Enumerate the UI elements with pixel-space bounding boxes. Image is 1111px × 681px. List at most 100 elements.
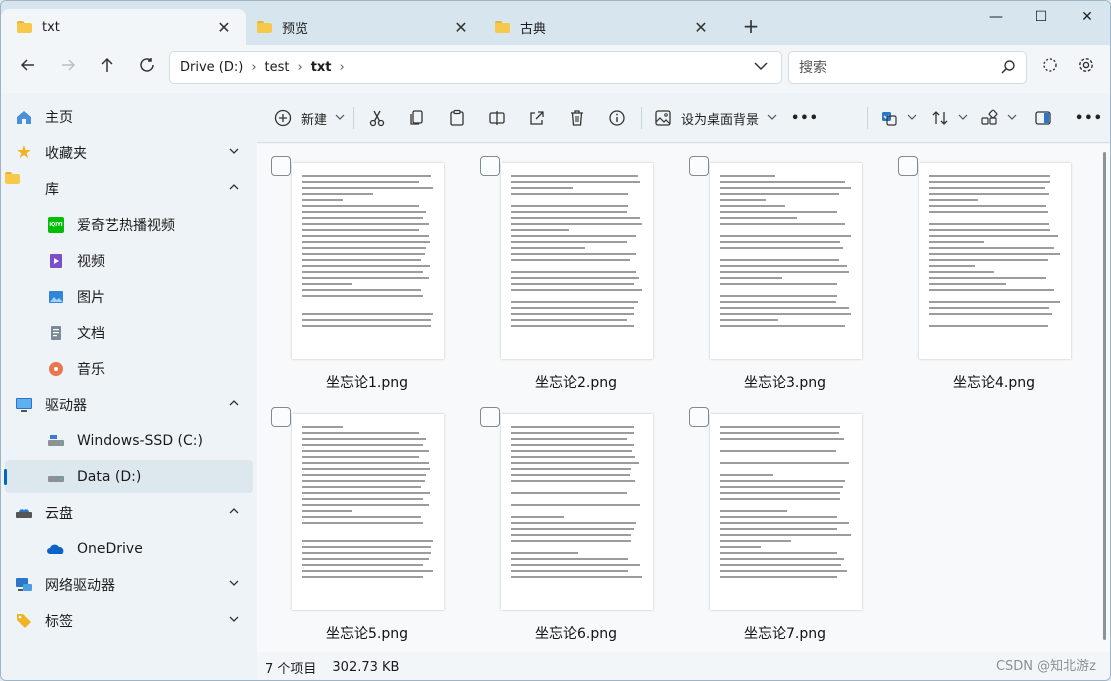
properties-button[interactable] [607, 106, 627, 130]
delete-button[interactable] [567, 106, 587, 130]
chevron-up-icon[interactable] [225, 505, 243, 520]
thumbnail-text-line [511, 301, 638, 303]
copy-button[interactable] [407, 106, 427, 130]
sidebar-item-iqiyi[interactable]: iQIYI 爱奇艺热播视频 [5, 208, 253, 241]
thumbnail-text-line [720, 510, 788, 512]
thumbnail-text-line [720, 558, 845, 560]
sidebar-item-drive-c[interactable]: Windows-SSD (C:) [5, 424, 253, 457]
share-button[interactable] [527, 106, 547, 130]
thumbnail-text-line [511, 540, 632, 542]
breadcrumb-drive[interactable]: Drive (D:) [180, 60, 243, 75]
address-bar[interactable]: Drive (D:) › test › txt › [169, 51, 782, 84]
file-tile[interactable]: 坐忘论3.png [675, 144, 862, 391]
close-icon[interactable]: ✕ [214, 18, 234, 37]
sidebar-item-tags[interactable]: 标签 [5, 604, 253, 637]
search-box[interactable] [788, 51, 1027, 84]
thumbnail-text-line [511, 271, 637, 273]
set-wallpaper-button[interactable]: 设为桌面背景 [653, 106, 777, 130]
rename-button[interactable] [487, 106, 507, 130]
search-input[interactable] [799, 59, 989, 76]
search-icon[interactable] [1000, 59, 1016, 79]
thumbnail-text-line [929, 193, 1050, 195]
forward-button[interactable] [53, 55, 83, 83]
thumbnail-text-line [511, 307, 634, 309]
folder-icon [15, 180, 33, 198]
sidebar-item-drive-d[interactable]: Data (D:) [4, 460, 253, 493]
breadcrumb-test[interactable]: test [265, 60, 290, 75]
file-checkbox[interactable] [689, 156, 709, 176]
thumbnail-text-line [511, 283, 634, 285]
sidebar-item-videos[interactable]: 视频 [5, 244, 253, 277]
close-window-button[interactable]: ✕ [1064, 5, 1110, 29]
sidebar-item-music[interactable]: 音乐 [5, 352, 253, 385]
chevron-up-icon[interactable] [225, 181, 243, 196]
sidebar-item-home[interactable]: 主页 [5, 100, 253, 133]
refresh-button[interactable] [132, 55, 162, 83]
minimize-button[interactable]: — [973, 5, 1019, 29]
back-button[interactable] [13, 55, 43, 83]
address-history-button[interactable] [753, 58, 769, 78]
file-checkbox[interactable] [480, 407, 500, 427]
sidebar-item-favorites[interactable]: ★ 收藏夹 [5, 136, 253, 169]
file-checkbox[interactable] [271, 407, 291, 427]
sidebar-item-network[interactable]: 网络驱动器 [5, 568, 253, 601]
thumbnail-text-line [511, 223, 642, 225]
chevron-right-icon[interactable]: › [298, 60, 303, 75]
thumbnail-text-line [511, 289, 642, 291]
tab-classic[interactable]: 古典 ✕ [479, 9, 723, 45]
thumbnail-text-line [720, 193, 839, 195]
close-icon[interactable]: ✕ [691, 18, 711, 37]
new-tab-button[interactable]: + [739, 15, 763, 39]
select-button[interactable] [879, 106, 917, 130]
file-tile[interactable]: 坐忘论4.png [884, 144, 1071, 391]
sidebar-item-cloud[interactable]: 云盘 [5, 496, 253, 529]
breadcrumb-txt[interactable]: txt [311, 60, 332, 75]
paste-button[interactable] [447, 106, 467, 130]
file-tile[interactable]: 坐忘论6.png [466, 395, 653, 642]
chevron-right-icon[interactable]: › [251, 60, 256, 75]
file-checkbox[interactable] [898, 156, 918, 176]
file-checkbox[interactable] [480, 156, 500, 176]
thumbnail-text-line [720, 277, 783, 279]
onedrive-icon [47, 540, 65, 558]
chevron-up-icon[interactable] [225, 397, 243, 412]
details-pane-button[interactable] [1033, 106, 1053, 130]
close-icon[interactable]: ✕ [451, 18, 471, 37]
thumbnail-text-line [511, 247, 585, 249]
more-options-button[interactable]: ••• [791, 106, 819, 130]
chevron-down-icon[interactable] [225, 577, 243, 592]
new-button[interactable]: 新建 [273, 106, 345, 130]
file-tile[interactable]: 坐忘论7.png [675, 395, 862, 642]
sidebar-item-onedrive[interactable]: OneDrive [5, 532, 253, 565]
up-button[interactable] [92, 55, 122, 83]
chevron-down-icon[interactable] [225, 145, 243, 160]
thumbnail-text-line [720, 211, 838, 213]
sidebar-item-drives[interactable]: 驱动器 [5, 388, 253, 421]
thumbnail-text-line [929, 241, 985, 243]
cut-button[interactable] [367, 106, 387, 130]
arrow-right-icon [62, 59, 76, 71]
thumbnail-text-line [302, 570, 433, 572]
copilot-button[interactable] [1035, 55, 1065, 83]
sidebar-item-libraries[interactable]: 库 [5, 172, 253, 205]
tab-txt[interactable]: txt ✕ [1, 9, 246, 45]
file-tile[interactable]: 坐忘论5.png [257, 395, 444, 642]
vertical-scrollbar[interactable] [1103, 152, 1106, 640]
settings-button[interactable] [1071, 55, 1101, 83]
thumbnail-text-line [720, 546, 761, 548]
file-tile[interactable]: 坐忘论1.png [257, 144, 444, 391]
chevron-right-icon[interactable]: › [340, 60, 345, 75]
thumbnail-text-line [511, 558, 629, 560]
chevron-down-icon[interactable] [225, 613, 243, 628]
see-more-button[interactable]: ••• [1075, 106, 1103, 130]
sidebar-item-documents[interactable]: 文档 [5, 316, 253, 349]
sidebar-item-pictures[interactable]: 图片 [5, 280, 253, 313]
tab-preview[interactable]: 预览 ✕ [241, 9, 483, 45]
maximize-button[interactable]: ☐ [1018, 5, 1064, 29]
file-checkbox[interactable] [271, 156, 291, 176]
sort-button[interactable] [930, 106, 968, 130]
thumbnail-text-line [302, 438, 427, 440]
file-tile[interactable]: 坐忘论2.png [466, 144, 653, 391]
view-button[interactable] [979, 106, 1017, 130]
file-checkbox[interactable] [689, 407, 709, 427]
